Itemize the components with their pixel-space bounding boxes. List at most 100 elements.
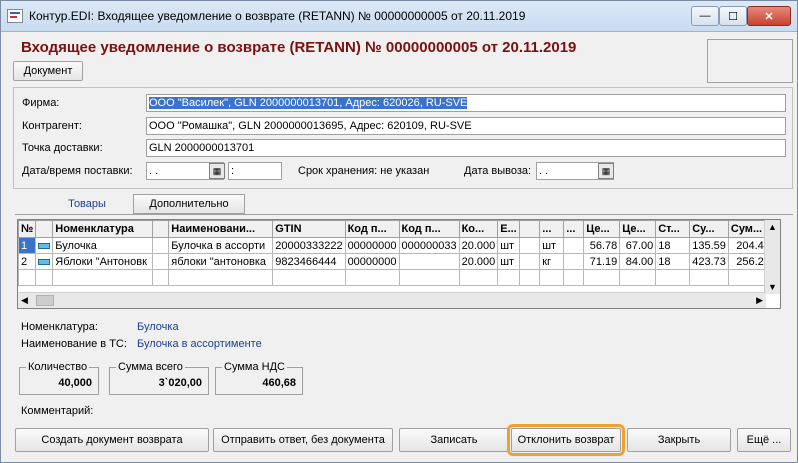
minimize-button[interactable]: — [691, 6, 719, 26]
delivery-point-label: Точка доставки: [22, 142, 103, 154]
save-button[interactable]: Записать [399, 428, 509, 452]
cell-unit[interactable]: шт [497, 253, 521, 270]
pickup-date-label: Дата вывоза: [464, 165, 532, 177]
cell-unit2[interactable]: шт [539, 237, 565, 254]
comment-label: Комментарий: [21, 405, 94, 417]
col-header[interactable]: ... [539, 220, 565, 238]
cell-price-vat[interactable]: 84.00 [619, 253, 657, 270]
cell[interactable] [152, 237, 170, 254]
close-button[interactable]: Закрыть [627, 428, 731, 452]
cell-price[interactable]: 71.19 [583, 253, 621, 270]
main-window: Контур.EDI: Входящее уведомление о возвр… [0, 0, 798, 463]
col-header[interactable]: Ст... [655, 220, 691, 238]
cell-code1[interactable]: 00000000 [344, 253, 400, 270]
scroll-left-icon[interactable]: ◀ [21, 295, 28, 306]
col-header[interactable]: ... [563, 220, 585, 238]
row-number: 2 [18, 253, 37, 270]
tab-goods[interactable]: Товары [57, 194, 117, 214]
cell[interactable] [563, 253, 585, 270]
cell[interactable] [519, 253, 541, 270]
cell-unit[interactable]: шт [497, 237, 521, 254]
cell-unit2[interactable]: кг [539, 253, 565, 270]
total-sum-box: Сумма всего 3`020,00 [109, 361, 209, 395]
calendar-icon[interactable]: ▦ [598, 163, 614, 179]
cell-nomenclature[interactable]: Яблоки "Антоновк [52, 253, 154, 270]
col-header[interactable]: Ко... [458, 220, 499, 238]
table-row[interactable]: 1 Булочка Булочка в ассорти 20000333222 … [18, 237, 773, 254]
cell-rate[interactable]: 18 [655, 237, 691, 254]
calendar-icon[interactable]: ▦ [209, 163, 225, 179]
cell-rate[interactable]: 18 [655, 253, 691, 270]
row-flag [35, 237, 54, 254]
col-header[interactable]: Код п... [344, 220, 400, 238]
total-sum-value: 3`020,00 [158, 377, 202, 389]
nomenclature-label: Номенклатура: [21, 321, 98, 333]
vat-sum-label: Сумма НДС [222, 361, 287, 373]
cell-name[interactable]: Булочка в ассорти [168, 237, 274, 254]
row-number: 1 [18, 237, 37, 254]
col-header[interactable] [35, 220, 54, 238]
col-header[interactable]: № [18, 220, 37, 238]
cell-price[interactable]: 56.78 [583, 237, 621, 254]
cell-nomenclature[interactable]: Булочка [52, 237, 154, 254]
cell-qty[interactable]: 20.000 [458, 237, 499, 254]
title-bar[interactable]: Контур.EDI: Входящее уведомление о возвр… [1, 1, 797, 32]
status-flag-icon [38, 242, 51, 249]
tab-additional[interactable]: Дополнительно [133, 194, 245, 214]
scroll-thumb[interactable] [36, 295, 54, 306]
scroll-down-icon[interactable]: ▼ [768, 282, 777, 292]
horizontal-scrollbar[interactable]: ◀ ▶ [18, 292, 766, 308]
cell[interactable] [563, 237, 585, 254]
table-row-empty[interactable] [18, 269, 773, 286]
col-header[interactable]: Е... [497, 220, 521, 238]
cell-code2[interactable]: 000000033 [398, 237, 460, 254]
close-window-button[interactable]: ✕ [747, 6, 791, 26]
send-answer-button[interactable]: Отправить ответ, без документа [213, 428, 393, 452]
create-return-button[interactable]: Создать документ возврата [15, 428, 209, 452]
table-row[interactable]: 2 Яблоки "Антоновк яблоки "антоновка 982… [18, 253, 773, 270]
quantity-label: Количество [26, 361, 90, 373]
maximize-button[interactable]: ☐ [719, 6, 747, 26]
cell-name[interactable]: яблоки "антоновка [168, 253, 274, 270]
vat-sum-box: Сумма НДС 460,68 [215, 361, 303, 395]
cell-gtin[interactable]: 9823466444 [272, 253, 346, 270]
document-title: Входящее уведомление о возврате (RETANN)… [21, 39, 577, 56]
vat-sum-value: 460,68 [262, 377, 296, 389]
cell-qty[interactable]: 20.000 [458, 253, 499, 270]
col-header[interactable]: Номенклатура [52, 220, 154, 238]
col-header[interactable]: Це... [619, 220, 657, 238]
more-button[interactable]: Ещё ... [737, 428, 791, 452]
firm-value: ООО "Василек", GLN 2000000013701, Адрес:… [149, 97, 468, 109]
scroll-up-icon[interactable]: ▲ [768, 222, 777, 232]
col-header[interactable]: GTIN [272, 220, 346, 238]
storage-label: Срок хранения: не указан [298, 165, 430, 177]
cell-code1[interactable]: 00000000 [344, 237, 400, 254]
col-header[interactable] [519, 220, 541, 238]
goods-table[interactable]: № Номенклатура Наименовани... GTIN Код п… [17, 219, 781, 309]
delivery-point-field[interactable]: GLN 2000000013701 [146, 139, 786, 157]
cell-gtin[interactable]: 20000333222 [272, 237, 346, 254]
table-header-row: № Номенклатура Наименовани... GTIN Код п… [18, 220, 773, 238]
vertical-scrollbar[interactable]: ▲ ▼ [764, 220, 780, 294]
firm-field[interactable]: ООО "Василек", GLN 2000000013701, Адрес:… [146, 94, 786, 112]
col-header[interactable]: Код п... [398, 220, 460, 238]
col-header[interactable] [152, 220, 170, 238]
header-fields-panel: Фирма: ООО "Василек", GLN 2000000013701,… [13, 87, 793, 189]
counterparty-field[interactable]: ООО "Ромашка", GLN 2000000013695, Адрес:… [146, 117, 786, 135]
tab-divider [15, 214, 793, 215]
document-button[interactable]: Документ [13, 61, 83, 81]
col-header[interactable]: Су... [689, 220, 729, 238]
cell-price-vat[interactable]: 67.00 [619, 237, 657, 254]
delivery-time-field[interactable]: : [228, 162, 282, 180]
col-header[interactable]: Це... [583, 220, 621, 238]
scroll-right-icon[interactable]: ▶ [756, 295, 763, 306]
cell-sum[interactable]: 135.59 [689, 237, 729, 254]
goods-table-grid: № Номенклатура Наименовани... GTIN Код п… [18, 220, 773, 286]
cell[interactable] [152, 253, 170, 270]
cell-code2[interactable] [398, 253, 460, 270]
cell[interactable] [519, 237, 541, 254]
cell-sum[interactable]: 423.73 [689, 253, 729, 270]
col-header[interactable]: Наименовани... [168, 220, 274, 238]
reject-return-button[interactable]: Отклонить возврат [507, 424, 625, 456]
app-icon [7, 9, 23, 23]
